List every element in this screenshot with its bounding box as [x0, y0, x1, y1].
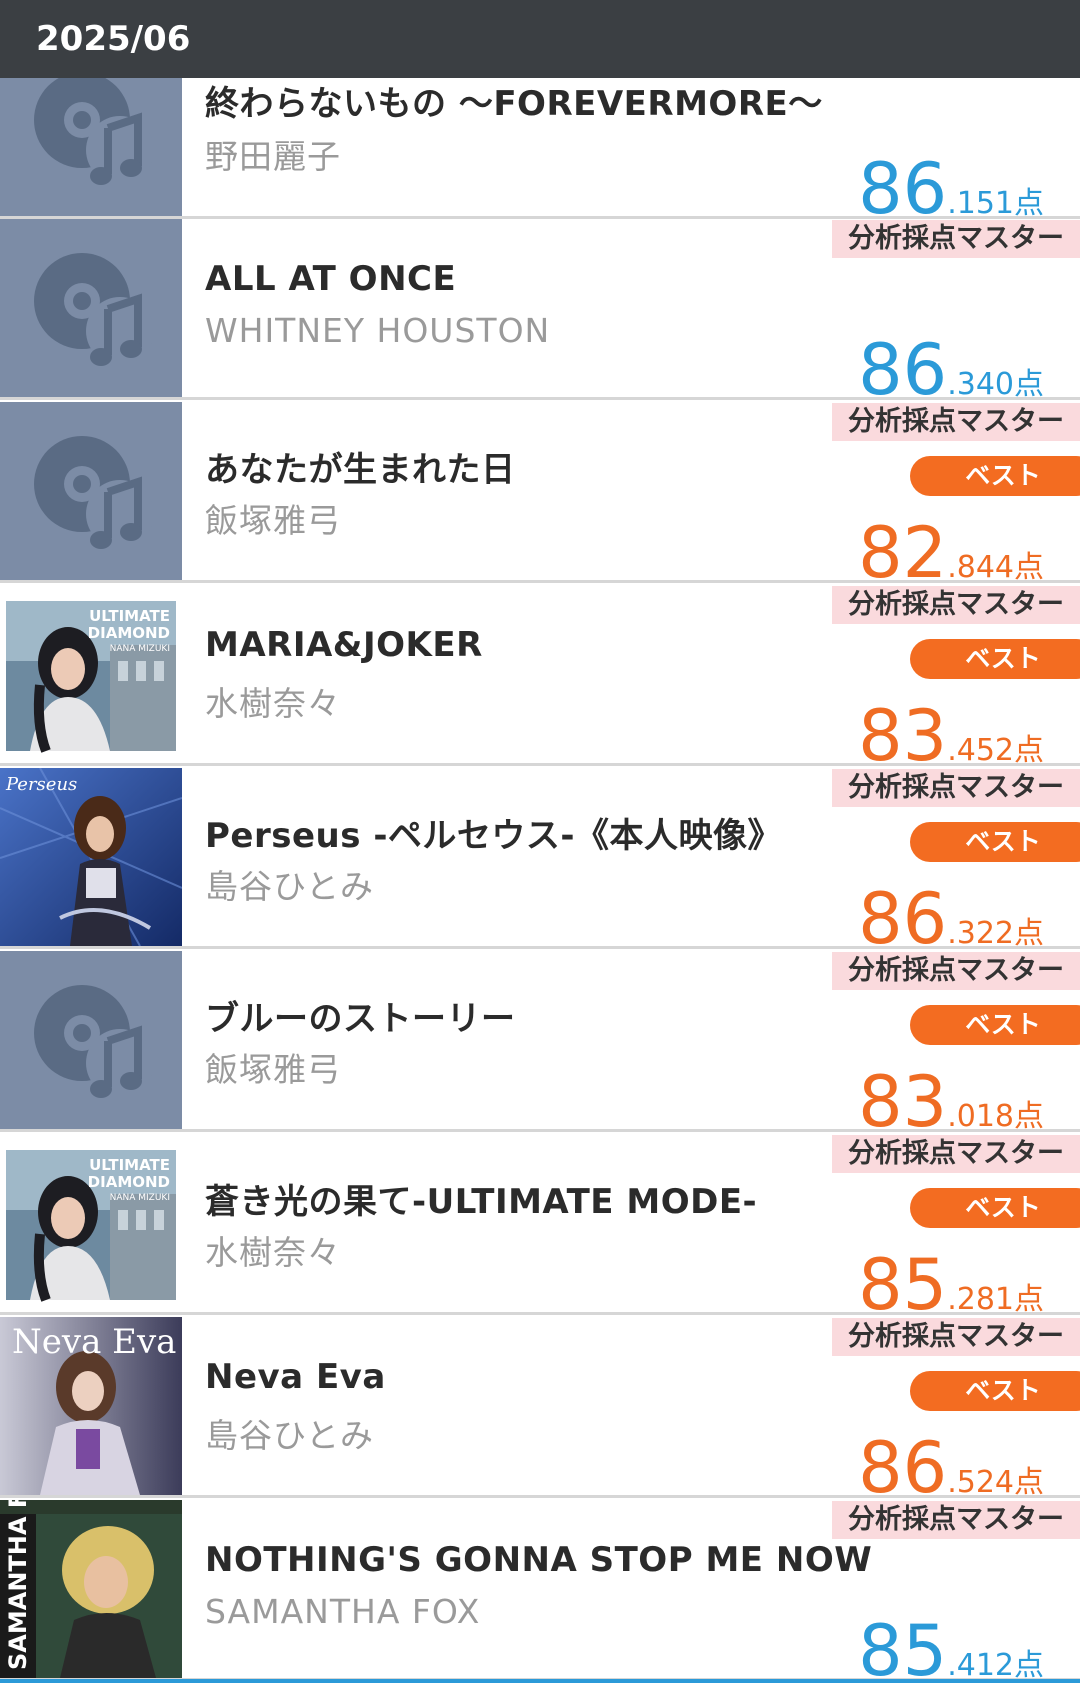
analysis-master-badge: 分析採点マスター	[832, 1135, 1080, 1173]
month-header: 2025/06	[0, 0, 1080, 78]
score: 83.452点	[858, 695, 1044, 777]
analysis-master-badge: 分析採点マスター	[832, 1318, 1080, 1356]
album-art-ultimate-diamond: ULTIMATE DIAMOND NANA MIZUKI	[0, 585, 182, 763]
analysis-master-badge: 分析採点マスター	[832, 220, 1080, 258]
score: 86.524点	[858, 1427, 1044, 1509]
song-row[interactable]: ALL AT ONCE WHITNEY HOUSTON 分析採点マスター 86.…	[0, 219, 1080, 405]
song-artist: 水樹奈々	[205, 684, 341, 723]
best-badge: ベスト	[910, 1005, 1080, 1045]
song-title: NOTHING'S GONNA STOP ME NOW	[205, 1540, 873, 1580]
best-badge: ベスト	[910, 639, 1080, 679]
score: 85.281点	[858, 1244, 1044, 1326]
album-art-ultimate-diamond: ULTIMATE DIAMOND NANA MIZUKI	[0, 1134, 182, 1312]
month-title: 2025/06	[36, 19, 191, 59]
song-artist: WHITNEY HOUSTON	[205, 311, 551, 350]
album-text-line: Perseus	[5, 774, 77, 795]
best-badge: ベスト	[910, 1188, 1080, 1228]
song-row[interactable]: 終わらないもの 〜FOREVERMORE〜 野田麗子 86.151点	[0, 78, 1080, 224]
album-art-neva-eva: Neva Eva	[0, 1317, 182, 1495]
score: 85.412点	[858, 1610, 1044, 1683]
album-text-line: SAMANTHA FOX	[4, 1500, 32, 1670]
song-row[interactable]: ULTIMATE DIAMOND NANA MIZUKI MARIA&JOKER…	[0, 585, 1080, 771]
album-text-line: NANA MIZUKI	[110, 644, 170, 654]
album-art-samantha-fox: SAMANTHA FOX	[0, 1500, 182, 1678]
best-badge: ベスト	[910, 822, 1080, 862]
song-title: Neva Eva	[205, 1357, 386, 1397]
score: 83.018点	[858, 1061, 1044, 1143]
song-title: ALL AT ONCE	[205, 259, 457, 299]
song-title: 終わらないもの 〜FOREVERMORE〜	[205, 84, 823, 124]
song-title: Perseus -ペルセウス-《本人映像》	[205, 816, 783, 856]
album-text-line: NANA MIZUKI	[110, 1193, 170, 1203]
score: 86.151点	[858, 148, 1044, 230]
album-text-line: ULTIMATE	[89, 607, 170, 625]
song-row[interactable]: あなたが生まれた日 飯塚雅弓 分析採点マスター ベスト 82.844点	[0, 402, 1080, 588]
best-badge: ベスト	[910, 456, 1080, 496]
analysis-master-badge: 分析採点マスター	[832, 1501, 1080, 1539]
song-artist: 島谷ひとみ	[205, 1416, 375, 1455]
song-row[interactable]: Neva Eva Neva Eva 島谷ひとみ 分析採点マスター ベスト 86.…	[0, 1317, 1080, 1503]
score: 82.844点	[858, 512, 1044, 594]
song-artist: 飯塚雅弓	[205, 501, 341, 540]
analysis-master-badge: 分析採点マスター	[832, 586, 1080, 624]
score: 86.340点	[858, 329, 1044, 411]
disc-music-icon	[0, 219, 182, 397]
song-artist: 水樹奈々	[205, 1233, 341, 1272]
song-row[interactable]: ブルーのストーリー 飯塚雅弓 分析採点マスター ベスト 83.018点	[0, 951, 1080, 1137]
song-title: ブルーのストーリー	[205, 999, 516, 1039]
score: 86.322点	[858, 878, 1044, 960]
song-artist: SAMANTHA FOX	[205, 1592, 481, 1631]
disc-music-icon	[0, 951, 182, 1129]
album-text-line: Neva Eva	[12, 1322, 176, 1362]
song-row[interactable]: SAMANTHA FOX NOTHING'S GONNA STOP ME NOW…	[0, 1500, 1080, 1683]
disc-music-icon	[0, 78, 182, 216]
song-artist: 島谷ひとみ	[205, 867, 375, 906]
song-artist: 飯塚雅弓	[205, 1050, 341, 1089]
song-history-list: 終わらないもの 〜FOREVERMORE〜 野田麗子 86.151点 ALL A	[0, 78, 1080, 1683]
song-title: 蒼き光の果て-ULTIMATE MODE-	[205, 1182, 758, 1222]
song-artist: 野田麗子	[205, 137, 341, 176]
song-row[interactable]: Perseus Perseus -ペルセウス-《本人映像》 島谷ひとみ 分析採点…	[0, 768, 1080, 954]
album-text-line: DIAMOND	[88, 624, 170, 642]
analysis-master-badge: 分析採点マスター	[832, 403, 1080, 441]
album-art-perseus: Perseus	[0, 768, 182, 946]
album-text-line: DIAMOND	[88, 1173, 170, 1191]
album-text-line: ULTIMATE	[89, 1156, 170, 1174]
song-title: あなたが生まれた日	[205, 450, 516, 490]
analysis-master-badge: 分析採点マスター	[832, 769, 1080, 807]
song-title: MARIA&JOKER	[205, 625, 483, 665]
disc-music-icon	[0, 402, 182, 580]
best-badge: ベスト	[910, 1371, 1080, 1411]
bottom-accent-bar	[0, 1679, 1080, 1683]
song-row[interactable]: ULTIMATE DIAMOND NANA MIZUKI 蒼き光の果て-ULTI…	[0, 1134, 1080, 1320]
analysis-master-badge: 分析採点マスター	[832, 952, 1080, 990]
